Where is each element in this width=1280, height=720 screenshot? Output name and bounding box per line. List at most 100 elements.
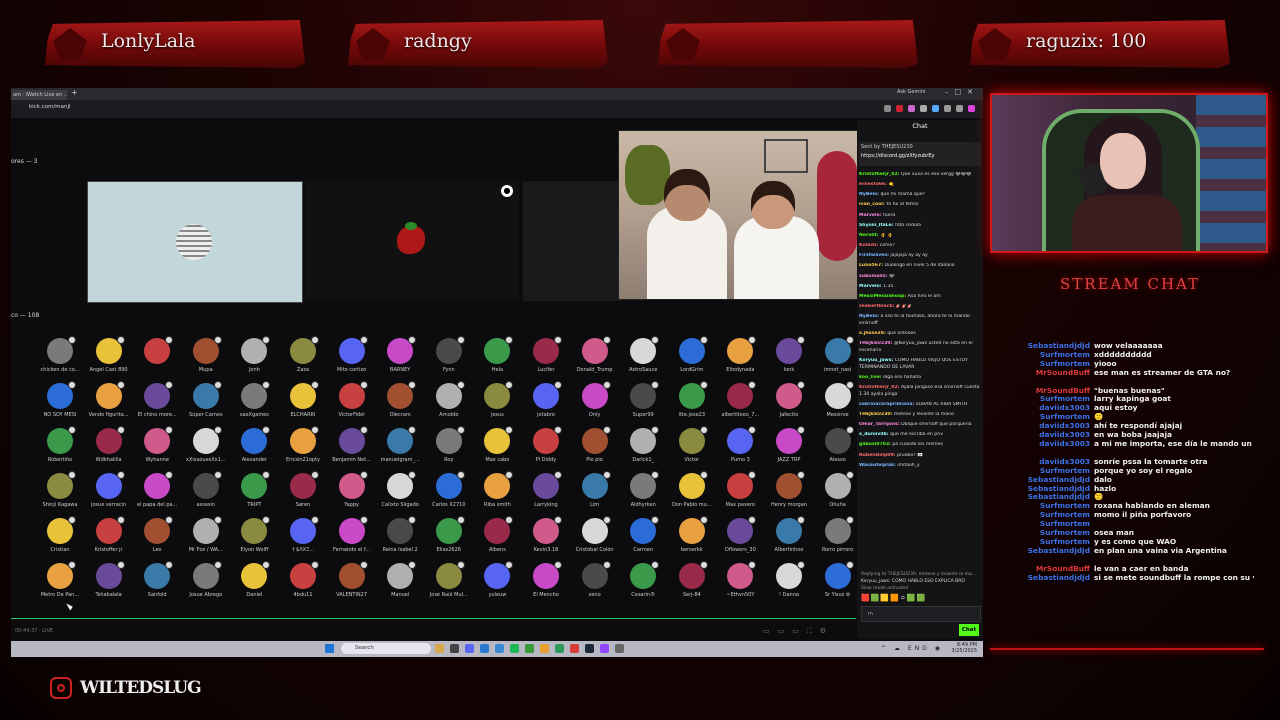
listener-item[interactable]: Rorro pirroro — [814, 516, 862, 553]
listener-item[interactable]: Cesarin® — [619, 561, 667, 598]
listener-item[interactable]: Cristóbal Colón — [571, 516, 619, 553]
listener-item[interactable]: TRIPT — [230, 471, 278, 508]
listener-item[interactable]: Only — [571, 381, 619, 418]
listener-item[interactable]: Don Pablo mu... — [668, 471, 716, 508]
listener-item[interactable]: Pi Diddy — [522, 426, 570, 463]
listener-item[interactable]: Yappy — [328, 471, 376, 508]
star-icon[interactable] — [884, 105, 891, 112]
listener-item[interactable]: Metro De Pan... — [36, 561, 84, 598]
listener-item[interactable]: Søren — [279, 471, 327, 508]
listener-item[interactable]: Súper Carnes — [182, 381, 230, 418]
listener-item[interactable]: Mito cortizo — [328, 336, 376, 373]
listener-item[interactable]: Robertiño — [36, 426, 84, 463]
listener-item[interactable] — [133, 336, 181, 367]
listener-item[interactable]: ELCHARRI — [279, 381, 327, 418]
extension-icon[interactable] — [956, 105, 963, 112]
chat-username[interactable]: Shyoiii_ItaLe: — [859, 223, 894, 228]
listener-item[interactable]: Serj-84 — [668, 561, 716, 598]
chat-username[interactable]: MessiMessiahoop: — [859, 294, 906, 299]
listener-item[interactable]: Kristoffer jr — [85, 516, 133, 553]
listener-item[interactable]: Donald_Trump — [571, 336, 619, 373]
app-icon[interactable] — [465, 644, 474, 653]
listener-item[interactable]: Riba smith — [473, 471, 521, 508]
listener-item[interactable]: NO SOY MESI — [36, 381, 84, 418]
listener-item[interactable]: BARNEY — [376, 336, 424, 373]
tray-icons[interactable]: ^ ☁ ENG ◉ — [881, 645, 943, 652]
speaker-tile[interactable] — [87, 181, 303, 303]
url-field[interactable]: kick.com/manji — [29, 104, 71, 110]
listener-item[interactable]: yuleuw — [473, 561, 521, 598]
chat-username[interactable]: NyBelo: — [859, 314, 879, 319]
listener-item[interactable]: Aldhyrkan — [619, 471, 667, 508]
chat-username[interactable]: Marvelo: — [859, 213, 882, 218]
listener-item[interactable]: Kevin3.18 — [522, 516, 570, 553]
extension-icon[interactable] — [944, 105, 951, 112]
clock[interactable]: 8:49 PM 3/25/2025 — [951, 642, 977, 654]
chat-username[interactable]: THEJESU230: — [859, 341, 892, 346]
chat-username[interactable]: subomaliii: — [859, 274, 887, 279]
listener-item[interactable]: Wdkhalilla — [85, 426, 133, 463]
chat-input[interactable]: m — [861, 606, 981, 622]
chat-username[interactable]: ernesto66: — [859, 182, 887, 187]
listener-item[interactable]: ~Ethvn50Y — [716, 561, 764, 598]
chat-username[interactable]: Wasautelplak: — [859, 463, 896, 468]
new-tab-icon[interactable]: + — [71, 88, 78, 97]
listener-item[interactable]: LordGrim — [668, 336, 716, 373]
listener-item[interactable]: saeXgames — [230, 381, 278, 418]
chat-username[interactable]: Marvelo: — [859, 284, 882, 289]
listener-item[interactable]: Max cabo — [473, 426, 521, 463]
listener-item[interactable]: Ericsin21opty — [279, 426, 327, 463]
chat-username[interactable]: Nerolit: — [859, 233, 879, 238]
listener-item[interactable]: Shinji Kagawa — [36, 471, 84, 508]
listener-item[interactable]: † $ΛXΞ... — [279, 516, 327, 553]
window-controls[interactable]: –□✕ — [945, 88, 979, 96]
taskbar-search[interactable]: Search — [341, 643, 431, 654]
listener-item[interactable]: Lim — [571, 471, 619, 508]
listener-item[interactable]: jesus — [473, 381, 521, 418]
listener-item[interactable]: Pio pio — [571, 426, 619, 463]
listener-item[interactable]: Vendo figurita... — [85, 381, 133, 418]
gemini-button[interactable]: Ask Gemini — [897, 89, 925, 95]
chat-username[interactable]: Omar_Tarrijons: — [859, 422, 900, 427]
listener-item[interactable]: Darick1_ — [619, 426, 667, 463]
listener-item[interactable]: Cristian — [36, 516, 84, 553]
app-icon[interactable] — [585, 644, 594, 653]
listener-item[interactable]: itte.jose23 — [668, 381, 716, 418]
listener-item[interactable]: Albens — [473, 516, 521, 553]
listener-item[interactable]: Fernando el f... — [328, 516, 376, 553]
speaker-tile[interactable] — [305, 181, 519, 301]
listener-item[interactable]: Victor — [668, 426, 716, 463]
listener-item[interactable]: Lucifer — [522, 336, 570, 373]
listener-item[interactable]: Leo — [133, 516, 181, 553]
extension-icon[interactable] — [920, 105, 927, 112]
chat-username[interactable]: x.jhose28: — [859, 331, 886, 336]
app-icon[interactable] — [480, 644, 489, 653]
player-controls[interactable]: ▭▭▭⛶⚙ — [763, 627, 834, 636]
pinned-link[interactable]: https://discord.gg/zXfyzubrEy — [861, 153, 979, 159]
chat-username[interactable]: Kristofherjr_02: — [859, 385, 900, 390]
listener-item[interactable]: El Mencho — [522, 561, 570, 598]
listener-item[interactable]: Oñuña — [814, 471, 862, 508]
listener-item[interactable]: Arnoldo — [425, 381, 473, 418]
listener-item[interactable]: José Raúl Mul... — [425, 561, 473, 598]
app-icon[interactable] — [540, 644, 549, 653]
listener-item[interactable]: Pumo 3 — [716, 426, 764, 463]
browser-tab[interactable]: am · iWatch Live en ... — [11, 90, 67, 100]
app-icon[interactable] — [510, 644, 519, 653]
listener-item[interactable]: xXixazuesXx1... — [182, 426, 230, 463]
listener-item[interactable]: Mupa — [182, 336, 230, 373]
language-indicator[interactable]: ENG — [908, 645, 930, 652]
listener-item[interactable]: Henry morgan — [765, 471, 813, 508]
chat-username[interactable]: Kristofherjr_02: — [859, 172, 900, 177]
chat-username[interactable]: sabrinacaraprimiana: — [859, 402, 914, 407]
listener-item[interactable]: Sanfold — [133, 561, 181, 598]
listener-item[interactable]: assasin — [182, 471, 230, 508]
listener-item[interactable]: albertitooo_7... — [716, 381, 764, 418]
app-icon[interactable] — [615, 644, 624, 653]
listener-item[interactable]: Elyon Wolff — [230, 516, 278, 553]
listener-item[interactable]: Carmen — [619, 516, 667, 553]
chat-username[interactable]: RubenDelp09: — [859, 453, 896, 458]
chat-username[interactable]: x_dunnvilb: — [859, 432, 889, 437]
listener-item[interactable]: Josue Abrego — [182, 561, 230, 598]
camera-icon[interactable]: ● — [501, 185, 513, 197]
